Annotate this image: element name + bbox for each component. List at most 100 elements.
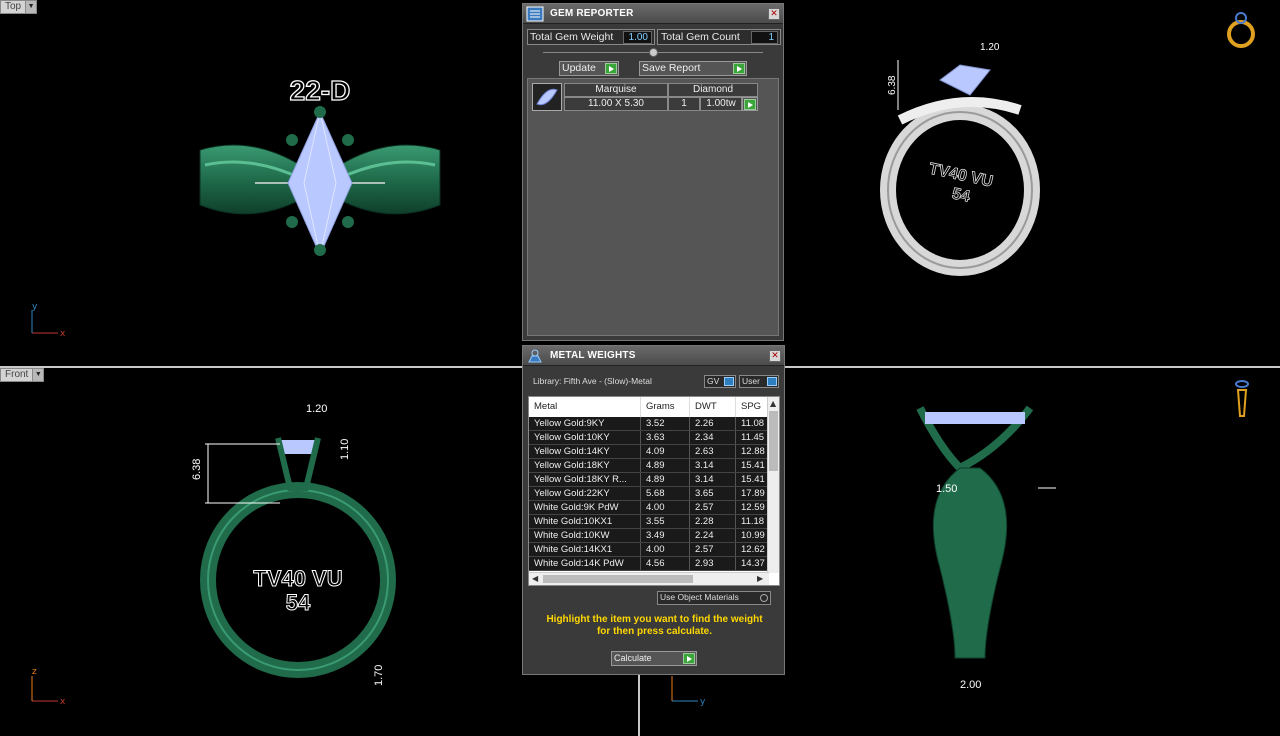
table-row[interactable]: Yellow Gold:9KY 3.52 2.26 11.08 <box>529 417 769 431</box>
table-row[interactable]: White Gold:10KX1 3.55 2.28 11.18 <box>529 515 769 529</box>
cell-metal: Yellow Gold:18KY R... <box>529 473 641 486</box>
marquise-gem-icon <box>532 83 562 111</box>
cell-spg: 11.18 <box>736 515 769 528</box>
engraving-size: 54 <box>950 185 971 205</box>
table-row[interactable]: Yellow Gold:18KY 4.89 3.14 15.41 <box>529 459 769 473</box>
metal-table[interactable]: Metal Grams DWT SPG Yellow Gold:9KY 3.52 2… <box>528 396 780 586</box>
panel-title: METAL WEIGHTS <box>550 350 636 361</box>
cell-spg: 14.37 <box>736 557 769 570</box>
cell-metal: Yellow Gold:18KY <box>529 459 641 472</box>
dim-shank: 1.70 <box>373 665 385 686</box>
gem-qty: 1 <box>668 97 700 111</box>
gem-row[interactable]: Marquise Diamond 11.00 X 5.30 1 1.00tw <box>532 83 758 113</box>
update-button[interactable]: Update <box>559 61 619 76</box>
col-dwt[interactable]: DWT <box>690 397 736 417</box>
cell-grams: 4.89 <box>641 459 690 472</box>
gem-weight: 1.00tw <box>700 97 742 111</box>
col-spg[interactable]: SPG <box>736 397 769 417</box>
table-row[interactable]: Yellow Gold:18KY R... 4.89 3.14 15.41 <box>529 473 769 487</box>
gem-detail-button[interactable] <box>742 97 758 111</box>
cell-grams: 3.63 <box>641 431 690 444</box>
library-label: Library: Fifth Ave - (Slow)-Metal <box>533 376 652 386</box>
cell-metal: Yellow Gold:22KY <box>529 487 641 500</box>
use-object-materials-checkbox[interactable]: Use Object Materials <box>657 591 771 605</box>
total-count-label: Total Gem Count <box>661 31 740 43</box>
scroll-thumb[interactable] <box>543 575 693 583</box>
table-row[interactable]: Yellow Gold:22KY 5.68 3.65 17.89 <box>529 487 769 501</box>
cell-metal: Yellow Gold:9KY <box>529 417 641 430</box>
cell-grams: 3.49 <box>641 529 690 542</box>
cell-spg: 15.41 <box>736 473 769 486</box>
horizontal-scrollbar[interactable]: ◀ ▶ <box>529 572 769 585</box>
dim-height: 6.38 <box>887 75 898 95</box>
cell-grams: 4.56 <box>641 557 690 570</box>
dim-gap: 1.10 <box>339 439 351 460</box>
cell-metal: Yellow Gold:14KY <box>529 445 641 458</box>
gv-toggle[interactable]: GV <box>704 375 736 388</box>
scroll-left-icon[interactable]: ◀ <box>532 574 538 584</box>
cell-dwt: 2.57 <box>690 543 736 556</box>
cell-metal: White Gold:10KX1 <box>529 515 641 528</box>
calculate-button[interactable]: Calculate <box>611 651 697 666</box>
table-row[interactable]: Yellow Gold:10KY 3.63 2.34 11.45 <box>529 431 769 445</box>
cell-grams: 3.55 <box>641 515 690 528</box>
cell-spg: 12.59 <box>736 501 769 514</box>
gem-list: Marquise Diamond 11.00 X 5.30 1 1.00tw <box>527 78 779 336</box>
cell-grams: 4.89 <box>641 473 690 486</box>
vertical-scrollbar[interactable]: ▲ <box>767 397 779 573</box>
table-body: Yellow Gold:9KY 3.52 2.26 11.08 Yellow Gold:… <box>529 417 769 571</box>
cell-dwt: 2.34 <box>690 431 736 444</box>
table-row[interactable]: Yellow Gold:14KY 4.09 2.63 12.88 <box>529 445 769 459</box>
panel-title: GEM REPORTER <box>550 8 634 19</box>
svg-text:y: y <box>700 697 706 707</box>
toggle-icon <box>724 377 734 386</box>
play-icon <box>605 63 617 74</box>
cell-dwt: 2.57 <box>690 501 736 514</box>
cell-spg: 12.88 <box>736 445 769 458</box>
instruction-text: Highlight the item you want to find the … <box>546 614 763 637</box>
gem-size: 11.00 X 5.30 <box>564 97 668 111</box>
engraving-size: 54 <box>286 590 311 615</box>
cell-metal: White Gold:9K PdW <box>529 501 641 514</box>
panel-titlebar[interactable]: GEM REPORTER ✕ <box>523 4 783 24</box>
gem-type-header: Diamond <box>668 83 758 97</box>
play-icon <box>733 63 745 74</box>
cell-dwt: 3.14 <box>690 459 736 472</box>
table-row[interactable]: White Gold:9K PdW 4.00 2.57 12.59 <box>529 501 769 515</box>
cell-dwt: 2.28 <box>690 515 736 528</box>
total-weight-label: Total Gem Weight <box>530 31 614 43</box>
metal-weights-panel: METAL WEIGHTS ✕ Library: Fifth Ave - (Sl… <box>522 345 785 675</box>
table-row[interactable]: White Gold:14K PdW 4.56 2.93 14.37 <box>529 557 769 571</box>
cell-spg: 15.41 <box>736 459 769 472</box>
save-report-button[interactable]: Save Report <box>639 61 747 76</box>
table-row[interactable]: White Gold:10KW 3.49 2.24 10.99 <box>529 529 769 543</box>
ring-side-icon[interactable] <box>1230 376 1254 424</box>
col-grams[interactable]: Grams <box>641 397 690 417</box>
slider-knob[interactable] <box>649 48 658 57</box>
cell-dwt: 2.93 <box>690 557 736 570</box>
axis-gizmo: xz <box>31 667 66 707</box>
cell-dwt: 2.63 <box>690 445 736 458</box>
svg-text:y: y <box>32 302 38 312</box>
user-toggle[interactable]: User <box>739 375 779 388</box>
dim-prong: 1.20 <box>980 42 1000 53</box>
close-icon[interactable]: ✕ <box>768 8 780 20</box>
cell-metal: Yellow Gold:10KY <box>529 431 641 444</box>
scroll-right-icon[interactable]: ▶ <box>757 574 763 584</box>
table-row[interactable]: White Gold:14KX1 4.00 2.57 12.62 <box>529 543 769 557</box>
dim-bottom: 2.00 <box>960 679 981 691</box>
cell-grams: 3.52 <box>641 417 690 430</box>
svg-text:x: x <box>60 329 66 339</box>
cell-grams: 5.68 <box>641 487 690 500</box>
ring-icon[interactable] <box>1225 8 1261 50</box>
scale-icon <box>528 349 542 362</box>
panel-titlebar[interactable]: METAL WEIGHTS ✕ <box>523 346 784 366</box>
total-weight-value: 1.00 <box>623 31 652 44</box>
scroll-up-icon[interactable]: ▲ <box>770 399 776 409</box>
toggle-icon <box>767 377 777 386</box>
gem-report-icon <box>526 6 544 21</box>
close-icon[interactable]: ✕ <box>769 350 781 362</box>
cell-dwt: 3.14 <box>690 473 736 486</box>
scroll-thumb[interactable] <box>769 411 778 471</box>
col-metal[interactable]: Metal <box>529 397 641 417</box>
